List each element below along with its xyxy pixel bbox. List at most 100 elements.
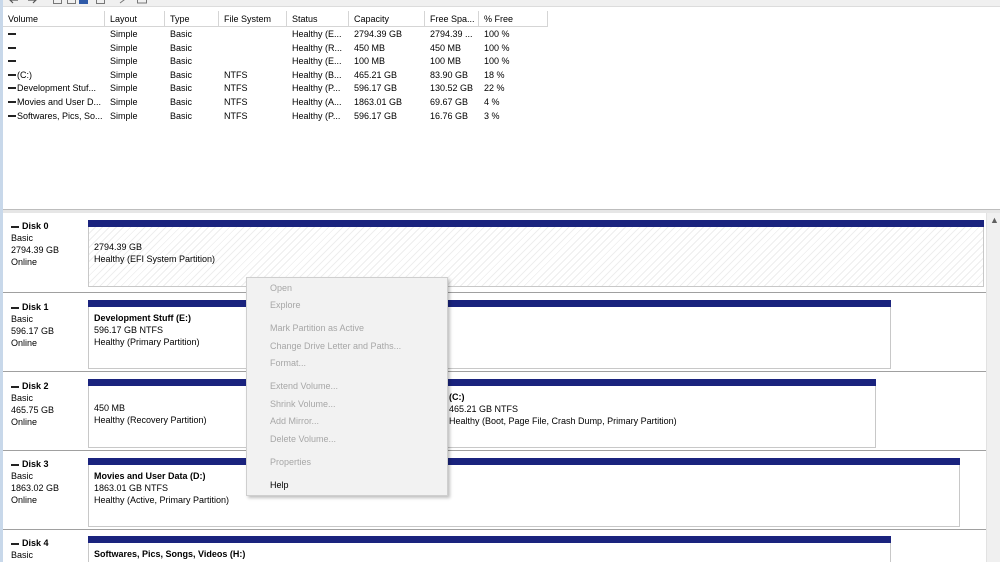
disk-name: Disk 3 [22,459,49,469]
cell-type: Basic [170,56,193,67]
volume-row[interactable]: Softwares, Pics, So... Simple Basic NTFS Hea… [3,109,548,122]
menu-item-add-mirror[interactable]: Add Mirror... [270,416,319,426]
menu-item-help[interactable]: Help [270,480,289,490]
refresh-icon[interactable] [96,0,105,4]
cell-volume: Movies and User D... [17,97,102,107]
disk-type: Basic [11,471,34,481]
cell-free: 16.76 GB [430,110,469,121]
cell-status: Healthy (E... [292,29,342,39]
column-file-system[interactable]: File System [219,11,287,26]
partition-title: (C:) [449,392,465,402]
partition-size: 1863.01 GB NTFS [94,483,169,493]
check-icon[interactable] [119,0,129,4]
disk-icon [11,542,19,545]
partition-development-stuff[interactable]: Development Stuff (E:) 596.17 GB NTFS He… [88,300,891,369]
menu-item-format[interactable]: Format... [270,358,306,368]
disk-label[interactable]: Disk 0 Basic 2794.39 GB Online [3,213,83,292]
cell-layout: Simple [110,97,138,107]
cell-volume [17,27,105,40]
volume-row[interactable]: Simple Basic Healthy (E... 2794.39 GB 2794.3… [3,27,548,40]
disk-label[interactable]: Disk 2 Basic 465.75 GB Online [3,372,83,450]
disk-name: Disk 1 [22,302,49,312]
column-percent-free[interactable]: % Free [479,11,548,26]
disk-label[interactable]: Disk 3 Basic 1863.02 GB Online [3,451,83,529]
partition-title: Softwares, Pics, Songs, Videos (H:) [94,549,246,559]
menu-item-explore[interactable]: Explore [270,300,301,310]
cell-capacity: 100 MB [354,56,386,67]
column-capacity[interactable]: Capacity [349,11,425,26]
column-status[interactable]: Status [287,11,349,26]
partition-status: Healthy (EFI System Partition) [94,254,216,264]
back-arrow-icon[interactable] [9,0,19,4]
cell-volume [17,41,105,54]
volume-row[interactable]: (C:) Simple Basic NTFS Healthy (B... 465.21 G… [3,68,548,81]
menu-item-change-drive-letter[interactable]: Change Drive Letter and Paths... [270,341,401,351]
cell-pct: 22 % [484,83,505,94]
menu-item-delete-volume[interactable]: Delete Volume... [270,434,336,444]
partition-efi[interactable]: 2794.39 GB Healthy (EFI System Partition… [88,220,984,287]
menu-item-properties[interactable]: Properties [270,457,311,467]
cell-type: Basic [170,42,193,53]
partition-bar [88,536,891,543]
disk-map-scrollbar[interactable]: ▲ [986,213,1000,562]
column-volume[interactable]: Volume [3,11,105,26]
disk-icon [11,385,19,388]
partition-bar [88,300,891,307]
cell-capacity: 465.21 GB [354,69,398,80]
cell-free: 69.67 GB [430,97,469,107]
cell-pct: 100 % [484,29,510,39]
menu-item-shrink-volume[interactable]: Shrink Volume... [270,399,336,409]
volume-icon [8,114,16,117]
disk-name: Disk 2 [22,381,49,391]
menu-item-open[interactable]: Open [270,283,292,293]
cell-layout: Simple [110,69,138,80]
cell-fs [224,27,287,40]
partition-movies-user-data[interactable]: Movies and User Data (D:) 1863.01 GB NTF… [88,458,960,527]
partition-status: Healthy (Active, Primary Partition) [94,495,230,505]
properties-icon[interactable] [79,0,88,4]
disk-state: Online [11,257,38,267]
disk-icon [11,306,19,309]
cell-pct: 4 % [484,97,500,107]
volume-row[interactable]: Development Stuf... Simple Basic NTFS Health… [3,81,548,94]
disk-size: 1863.02 GB [11,483,60,493]
disk-type: Basic [11,550,34,560]
cell-status: Healthy (A... [292,97,342,107]
cell-pct: 3 % [484,110,500,121]
cell-type: Basic [170,69,193,80]
partition-softwares[interactable]: Softwares, Pics, Songs, Videos (H:) [88,536,891,562]
cell-status: Healthy (P... [292,110,341,121]
volume-icon [8,101,16,103]
console-tree-icon[interactable] [53,0,62,4]
menu-item-mark-partition-active[interactable]: Mark Partition as Active [270,323,364,333]
menu-item-extend-volume[interactable]: Extend Volume... [270,381,338,391]
view-icon[interactable] [137,0,147,4]
column-type[interactable]: Type [165,11,219,26]
cell-volume: (C:) [17,69,32,80]
volume-row[interactable]: Simple Basic Healthy (E... 100 MB 100 MB 100 … [3,54,548,67]
partition-bar [446,379,876,386]
cell-layout: Simple [110,83,138,94]
disk-state: Online [11,495,38,505]
forward-arrow-icon[interactable] [27,0,37,4]
cell-capacity: 596.17 GB [354,83,398,94]
cell-free: 100 MB [430,56,462,67]
column-free-space[interactable]: Free Spa... [425,11,479,26]
cell-type: Basic [170,83,193,94]
partition-title: Movies and User Data (D:) [94,471,206,481]
cell-free: 450 MB [430,42,462,53]
disk-label[interactable]: Disk 1 Basic 596.17 GB Online [3,293,83,371]
volume-row[interactable]: Simple Basic Healthy (R... 450 MB 450 MB 100 … [3,41,548,54]
disk-label[interactable]: Disk 4 Basic [3,530,83,562]
scroll-up-arrow-icon[interactable]: ▲ [990,215,999,225]
disk-name: Disk 4 [22,538,49,548]
disk-row: Disk 1 Basic 596.17 GB Online Developmen… [3,293,986,372]
disk-map: Disk 0 Basic 2794.39 GB Online 2794.39 G… [3,213,986,562]
partition-c-drive[interactable]: (C:) 465.21 GB NTFS Healthy (Boot, Page … [446,379,876,448]
volume-row[interactable]: Movies and User D... Simple Basic NTFS Healt… [3,95,548,108]
column-layout[interactable]: Layout [105,11,165,26]
cell-capacity: 450 MB [354,42,386,53]
help-icon[interactable] [67,0,76,4]
cell-fs: NTFS [224,69,248,80]
disk-row: Disk 2 Basic 465.75 GB Online 450 MB Hea… [3,372,986,451]
